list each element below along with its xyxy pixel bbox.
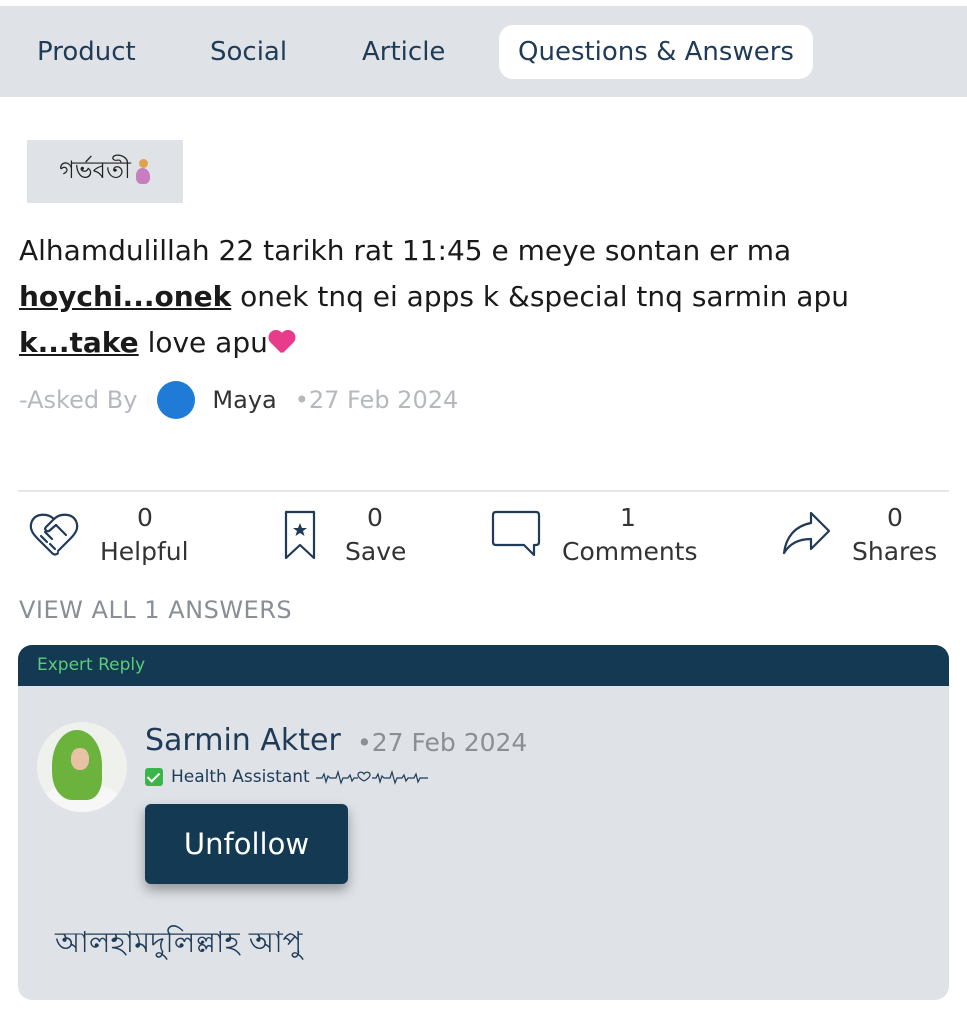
question-link-2[interactable]: k...take [19,326,139,359]
save-count: 0 [367,503,383,532]
save-label: Save [345,537,407,566]
comments-label: Comments [562,537,698,566]
bookmark-icon [284,510,316,560]
share-button[interactable]: 0 Shares [781,503,941,573]
save-button[interactable]: 0 Save [283,503,413,573]
expert-role-label: Health Assistant [171,767,310,787]
question-date: •27 Feb 2024 [294,386,459,414]
shares-label: Shares [852,537,938,566]
author-avatar[interactable] [157,381,196,419]
tab-questions-answers[interactable]: Questions & Answers [499,25,813,79]
expert-name[interactable]: Sarmin Akter [145,723,341,758]
tab-product[interactable]: Product [37,25,136,79]
divider [18,490,949,492]
expert-role: Health Assistant [145,765,436,789]
pregnant-woman-icon [135,158,151,185]
category-tag-label: গর্ভবতী [59,155,131,184]
expert-avatar[interactable] [37,722,127,812]
sparkling-heart-icon [268,329,296,355]
shares-count: 0 [887,503,903,532]
answer-card: Expert Reply Sarmin Akter •27 Feb 2024 H… [18,645,949,1000]
question-text: Alhamdulillah 22 tarikh rat 11:45 e meye… [19,228,949,366]
author-name[interactable]: Maya [212,386,276,414]
question-meta: -Asked By Maya •27 Feb 2024 [19,380,458,420]
comment-icon [491,510,541,557]
share-arrow-icon [782,511,831,555]
answer-text: আলহামদুলিল্লাহ আপু [55,925,303,959]
heartbeat-icon [315,769,428,785]
helpful-label: Helpful [100,537,189,566]
question-text-part: love apu [138,326,268,359]
tab-article[interactable]: Article [362,25,445,79]
unfollow-button[interactable]: Unfollow [145,804,348,884]
answer-date: •27 Feb 2024 [357,728,528,757]
tab-bar: Product Social Article Questions & Answe… [0,6,967,97]
comments-count: 1 [620,503,636,532]
comments-button[interactable]: 1 Comments [490,503,705,573]
question-text-part: Alhamdulillah 22 tarikh rat 11:45 e meye… [19,234,792,267]
question-text-part: onek tnq ei apps k &special tnq sarmin a… [231,280,849,313]
helpful-count: 0 [137,503,153,532]
asked-by-label: -Asked By [19,386,138,414]
helpful-button[interactable]: 0 Helpful [28,503,198,573]
verified-check-icon [145,768,163,786]
view-all-answers-link[interactable]: VIEW ALL 1 ANSWERS [19,596,292,624]
category-tag[interactable]: গর্ভবতী [27,140,183,203]
tab-social[interactable]: Social [210,25,287,79]
question-link-1[interactable]: hoychi...onek [19,280,231,313]
expert-reply-header: Expert Reply [18,645,949,686]
handshake-icon [29,513,79,556]
